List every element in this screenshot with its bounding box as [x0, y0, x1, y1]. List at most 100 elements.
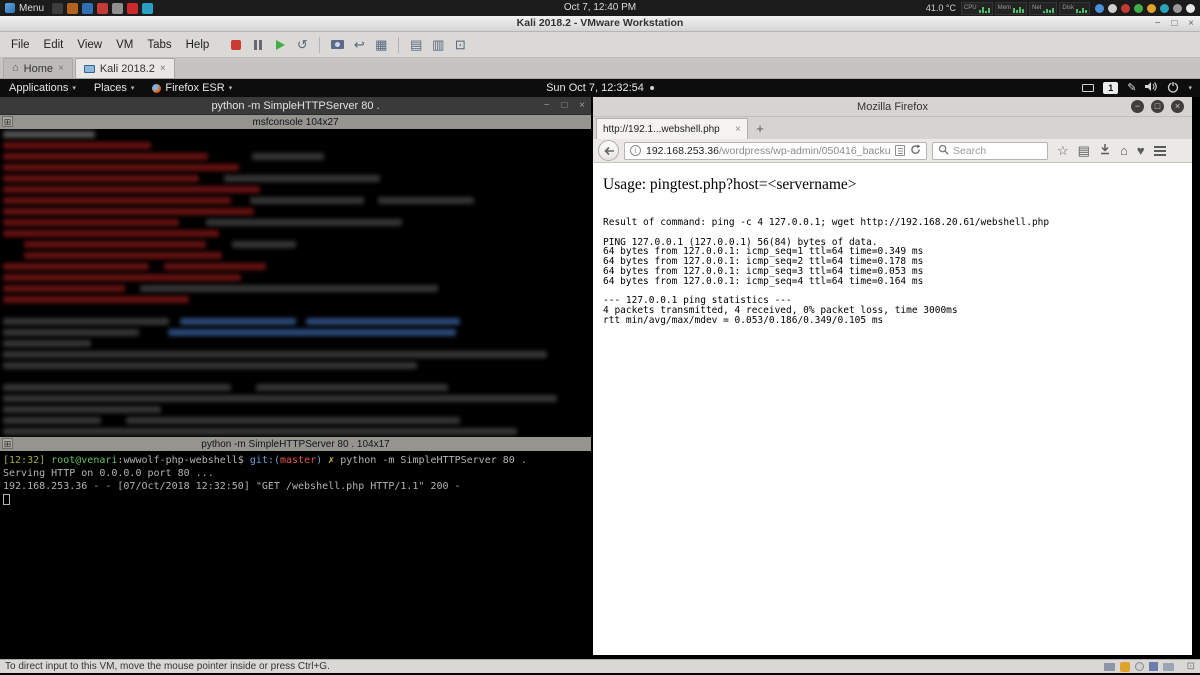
reader-mode-icon[interactable]: [895, 145, 905, 156]
pocket-icon[interactable]: ♥: [1137, 144, 1145, 157]
console-view-button[interactable]: ▥: [428, 35, 448, 55]
http-server-output[interactable]: [12:32] root@venari:wwwolf-php-webshell$…: [0, 451, 591, 655]
tray-icon[interactable]: [1121, 4, 1130, 13]
firefox-esr-appmenu[interactable]: Firefox ESR ▾: [143, 79, 241, 97]
redacted-line: [0, 195, 591, 206]
power-on-icon: [276, 40, 285, 50]
applications-menu[interactable]: Applications ▾: [0, 79, 85, 97]
menu-vm[interactable]: VM: [109, 36, 140, 54]
menu-tabs[interactable]: Tabs: [140, 36, 178, 54]
snapshot-manager-button[interactable]: ▦: [371, 35, 391, 55]
launcher-icon[interactable]: [127, 3, 138, 14]
menu-edit[interactable]: Edit: [37, 36, 71, 54]
tab-kali-vm[interactable]: Kali 2018.2 ×: [75, 58, 175, 78]
monitor-disk: Disk: [1059, 2, 1090, 15]
bookmark-star-icon[interactable]: ☆: [1057, 144, 1069, 157]
tray-icon[interactable]: [1108, 4, 1117, 13]
firefox-tabbar: http://192.1...webshell.php × +: [593, 117, 1192, 139]
floppy-icon[interactable]: [1149, 662, 1158, 671]
vm-display[interactable]: Applications ▾ Places ▾ Firefox ESR ▾ Su…: [0, 79, 1200, 659]
hamburger-menu-icon[interactable]: [1154, 146, 1166, 156]
tab-close-icon[interactable]: ×: [735, 124, 741, 135]
page-content[interactable]: Usage: pingtest.php?host=<servername> Re…: [593, 163, 1192, 655]
redacted-line: [0, 382, 591, 393]
msfconsole-pane-header[interactable]: ⊞ msfconsole 104x27: [0, 115, 591, 129]
cdrom-icon[interactable]: [1135, 662, 1144, 671]
search-box[interactable]: Search: [932, 142, 1048, 160]
tray-icon[interactable]: [1147, 4, 1156, 13]
minimize-button[interactable]: −: [1131, 100, 1144, 113]
msfconsole-output-redacted[interactable]: [0, 129, 591, 437]
launcher-icon[interactable]: [112, 3, 123, 14]
suspend-button[interactable]: [248, 35, 268, 55]
grid-icon[interactable]: ⊞: [2, 116, 13, 127]
launcher-icon[interactable]: [52, 3, 63, 14]
redacted-line: [0, 415, 591, 426]
tray-icon[interactable]: [1186, 4, 1195, 13]
launcher-icon[interactable]: [67, 3, 78, 14]
grid-icon[interactable]: ⊞: [2, 438, 13, 449]
home-icon: ⌂: [12, 63, 19, 74]
revert-snapshot-button[interactable]: ↩: [349, 35, 369, 55]
close-icon[interactable]: ×: [579, 100, 585, 111]
site-info-icon[interactable]: i: [630, 145, 641, 156]
terminal-cursor: [3, 494, 10, 505]
back-button[interactable]: [598, 140, 619, 161]
terminal-titlebar[interactable]: python -m SimpleHTTPServer 80 . − □ ×: [0, 97, 591, 115]
url-bar[interactable]: i 192.168.253.36/wordpress/wp-admin/0504…: [624, 142, 927, 160]
display-icon[interactable]: [1082, 84, 1094, 92]
maximize-icon[interactable]: □: [1171, 18, 1177, 29]
chevron-down-icon: ▾: [72, 85, 76, 92]
menu-help[interactable]: Help: [179, 36, 217, 54]
reset-button[interactable]: ↺: [292, 35, 312, 55]
places-menu[interactable]: Places ▾: [85, 79, 144, 97]
tray-icon[interactable]: [1095, 4, 1104, 13]
message-log-icon[interactable]: [1120, 662, 1130, 672]
power-icon[interactable]: [1167, 81, 1179, 96]
volume-icon[interactable]: [1145, 81, 1158, 95]
firefox-titlebar[interactable]: Mozilla Firefox − □ ×: [593, 97, 1192, 117]
tray-icon[interactable]: [1160, 4, 1169, 13]
http-server-pane-header[interactable]: ⊞ python -m SimpleHTTPServer 80 . 104x17: [0, 437, 591, 451]
restore-layout-icon[interactable]: ⊡: [1187, 662, 1195, 672]
reload-button[interactable]: [910, 142, 921, 160]
close-icon[interactable]: ×: [1188, 18, 1194, 29]
home-icon[interactable]: ⌂: [1120, 144, 1128, 157]
tray-icon[interactable]: [1134, 4, 1143, 13]
maximize-button[interactable]: □: [1151, 100, 1164, 113]
monitor-cpu: CPU: [961, 2, 993, 15]
tab-close-icon[interactable]: ×: [58, 63, 64, 74]
host-menu-button[interactable]: Menu: [5, 3, 44, 14]
chevron-down-icon[interactable]: ▾: [1188, 85, 1192, 92]
browser-tab[interactable]: http://192.1...webshell.php ×: [596, 118, 748, 139]
tab-close-icon[interactable]: ×: [160, 63, 166, 74]
close-button[interactable]: ×: [1171, 100, 1184, 113]
harddisk-icon[interactable]: [1104, 663, 1115, 671]
launcher-icon[interactable]: [142, 3, 153, 14]
launcher-icon[interactable]: [97, 3, 108, 14]
monitor-net: Net: [1029, 2, 1057, 15]
bookmarks-library-icon[interactable]: ▤: [1078, 144, 1090, 157]
fullscreen-button[interactable]: ⊡: [450, 35, 470, 55]
show-library-button[interactable]: ▤: [406, 35, 426, 55]
workspace-indicator[interactable]: 1: [1103, 82, 1118, 94]
tab-home[interactable]: ⌂ Home ×: [3, 58, 73, 78]
power-off-button[interactable]: [226, 35, 246, 55]
new-tab-button[interactable]: +: [748, 119, 772, 139]
launcher-icon[interactable]: [82, 3, 93, 14]
minimize-icon[interactable]: −: [1155, 18, 1161, 29]
kali-clock[interactable]: Sun Oct 7, 12:32:54: [546, 79, 654, 97]
menu-view[interactable]: View: [70, 36, 109, 54]
minimize-icon[interactable]: −: [544, 100, 550, 111]
redacted-segment: [3, 208, 254, 215]
menu-file[interactable]: File: [4, 36, 37, 54]
maximize-icon[interactable]: □: [561, 100, 567, 111]
power-on-button[interactable]: [270, 35, 290, 55]
pen-icon[interactable]: ✎: [1127, 83, 1136, 94]
host-clock[interactable]: Oct 7, 12:40 PM: [564, 0, 636, 16]
network-adapter-icon[interactable]: [1163, 663, 1174, 671]
downloads-icon[interactable]: [1099, 142, 1111, 160]
vmware-titlebar[interactable]: Kali 2018.2 - VMware Workstation − □ ×: [0, 16, 1200, 32]
tray-icon[interactable]: [1173, 4, 1182, 13]
take-snapshot-button[interactable]: [327, 35, 347, 55]
